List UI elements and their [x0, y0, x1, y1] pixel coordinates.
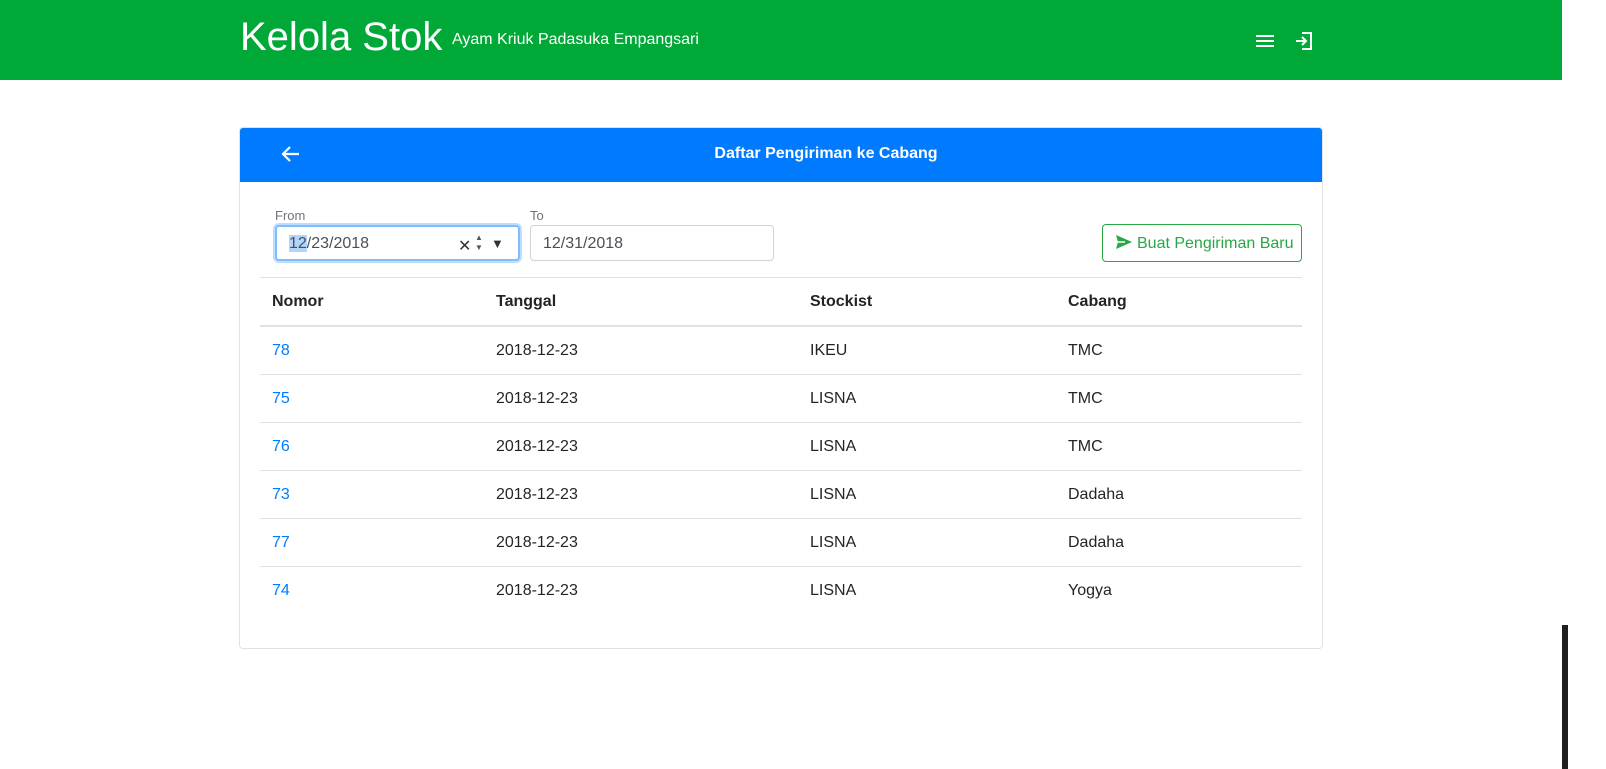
table-row: 73 2018-12-23 LISNA Dadaha [260, 470, 1302, 519]
from-date-input[interactable]: 12/23/2018 ✕ ▲ ▼ ▼ [275, 225, 520, 261]
shipment-branch: TMC [1056, 374, 1302, 423]
shipment-date: 2018-12-23 [484, 374, 798, 423]
shipment-branch: Dadaha [1056, 470, 1302, 519]
scrollbar-thumb[interactable] [1562, 625, 1568, 769]
to-date-input[interactable]: 12/31/2018 [530, 225, 774, 261]
table-row: 78 2018-12-23 IKEU TMC [260, 326, 1302, 375]
shipment-stockist: IKEU [798, 326, 1056, 375]
table-row: 74 2018-12-23 LISNA Yogya [260, 567, 1302, 615]
column-header-nomor[interactable]: Nomor [260, 278, 484, 327]
menu-icon[interactable] [1254, 30, 1276, 52]
shipment-branch: TMC [1056, 422, 1302, 471]
shipment-number-link[interactable]: 78 [272, 342, 290, 359]
scrollbar-track[interactable] [1562, 0, 1606, 769]
shipment-date: 2018-12-23 [496, 581, 578, 599]
card-title: Daftar Pengiriman ke Cabang [714, 145, 938, 162]
shipment-stockist: LISNA [798, 422, 1056, 471]
shipment-list-card: Daftar Pengiriman ke Cabang From 12/23/2… [239, 127, 1323, 649]
from-date-rest[interactable]: /23/2018 [307, 235, 369, 252]
new-shipment-label: Buat Pengiriman Baru [1137, 235, 1294, 252]
chevron-down-icon[interactable]: ▼ [474, 243, 484, 253]
shipment-table: Nomor Tanggal Stockist Cabang 78 2018-12… [260, 278, 1302, 614]
new-shipment-button[interactable]: Buat Pengiriman Baru [1102, 224, 1302, 262]
shipment-number-link[interactable]: 75 [272, 390, 290, 407]
shipment-branch: Dadaha [1056, 518, 1302, 567]
shipment-stockist: LISNA [798, 470, 1056, 519]
shipment-stockist: LISNA [798, 518, 1056, 567]
shipment-branch: Yogya [1068, 581, 1112, 599]
shipment-date: 2018-12-23 [484, 326, 798, 375]
column-header-stockist[interactable]: Stockist [798, 278, 1056, 327]
to-label: To [530, 208, 544, 223]
clear-date-icon[interactable]: ✕ [458, 236, 471, 256]
shipment-date: 2018-12-23 [484, 470, 798, 519]
to-date-value[interactable]: 12/31/2018 [543, 234, 623, 254]
card-header: Daftar Pengiriman ke Cabang [240, 128, 1322, 182]
shipment-number-link[interactable]: 74 [272, 582, 290, 599]
logout-icon[interactable] [1293, 30, 1315, 52]
app-subtitle: Ayam Kriuk Padasuka Empangsari [452, 31, 699, 48]
shipment-number-link[interactable]: 77 [272, 534, 290, 551]
shipment-number-link[interactable]: 76 [272, 438, 290, 455]
column-header-tanggal[interactable]: Tanggal [484, 278, 798, 327]
date-spinner[interactable]: ▲ ▼ [474, 233, 484, 255]
shipment-stockist: LISNA [798, 374, 1056, 423]
shipment-stockist: LISNA [810, 581, 857, 599]
chevron-up-icon[interactable]: ▲ [474, 233, 484, 243]
column-header-cabang[interactable]: Cabang [1056, 278, 1302, 327]
app-title[interactable]: Kelola Stok [240, 14, 442, 60]
from-label: From [275, 208, 306, 223]
top-navbar: Kelola Stok Ayam Kriuk Padasuka Empangsa… [0, 0, 1562, 80]
calendar-dropdown-icon[interactable]: ▼ [491, 236, 504, 251]
shipment-branch: TMC [1056, 326, 1302, 375]
table-header-row: Nomor Tanggal Stockist Cabang [260, 278, 1302, 327]
table-row: 76 2018-12-23 LISNA TMC [260, 422, 1302, 471]
table-row: 77 2018-12-23 LISNA Dadaha [260, 518, 1302, 567]
table-row: 75 2018-12-23 LISNA TMC [260, 374, 1302, 423]
shipment-date: 2018-12-23 [484, 518, 798, 567]
shipment-date: 2018-12-23 [484, 422, 798, 471]
send-icon [1116, 235, 1132, 249]
shipment-number-link[interactable]: 73 [272, 486, 290, 503]
from-date-month[interactable]: 12 [289, 235, 307, 252]
